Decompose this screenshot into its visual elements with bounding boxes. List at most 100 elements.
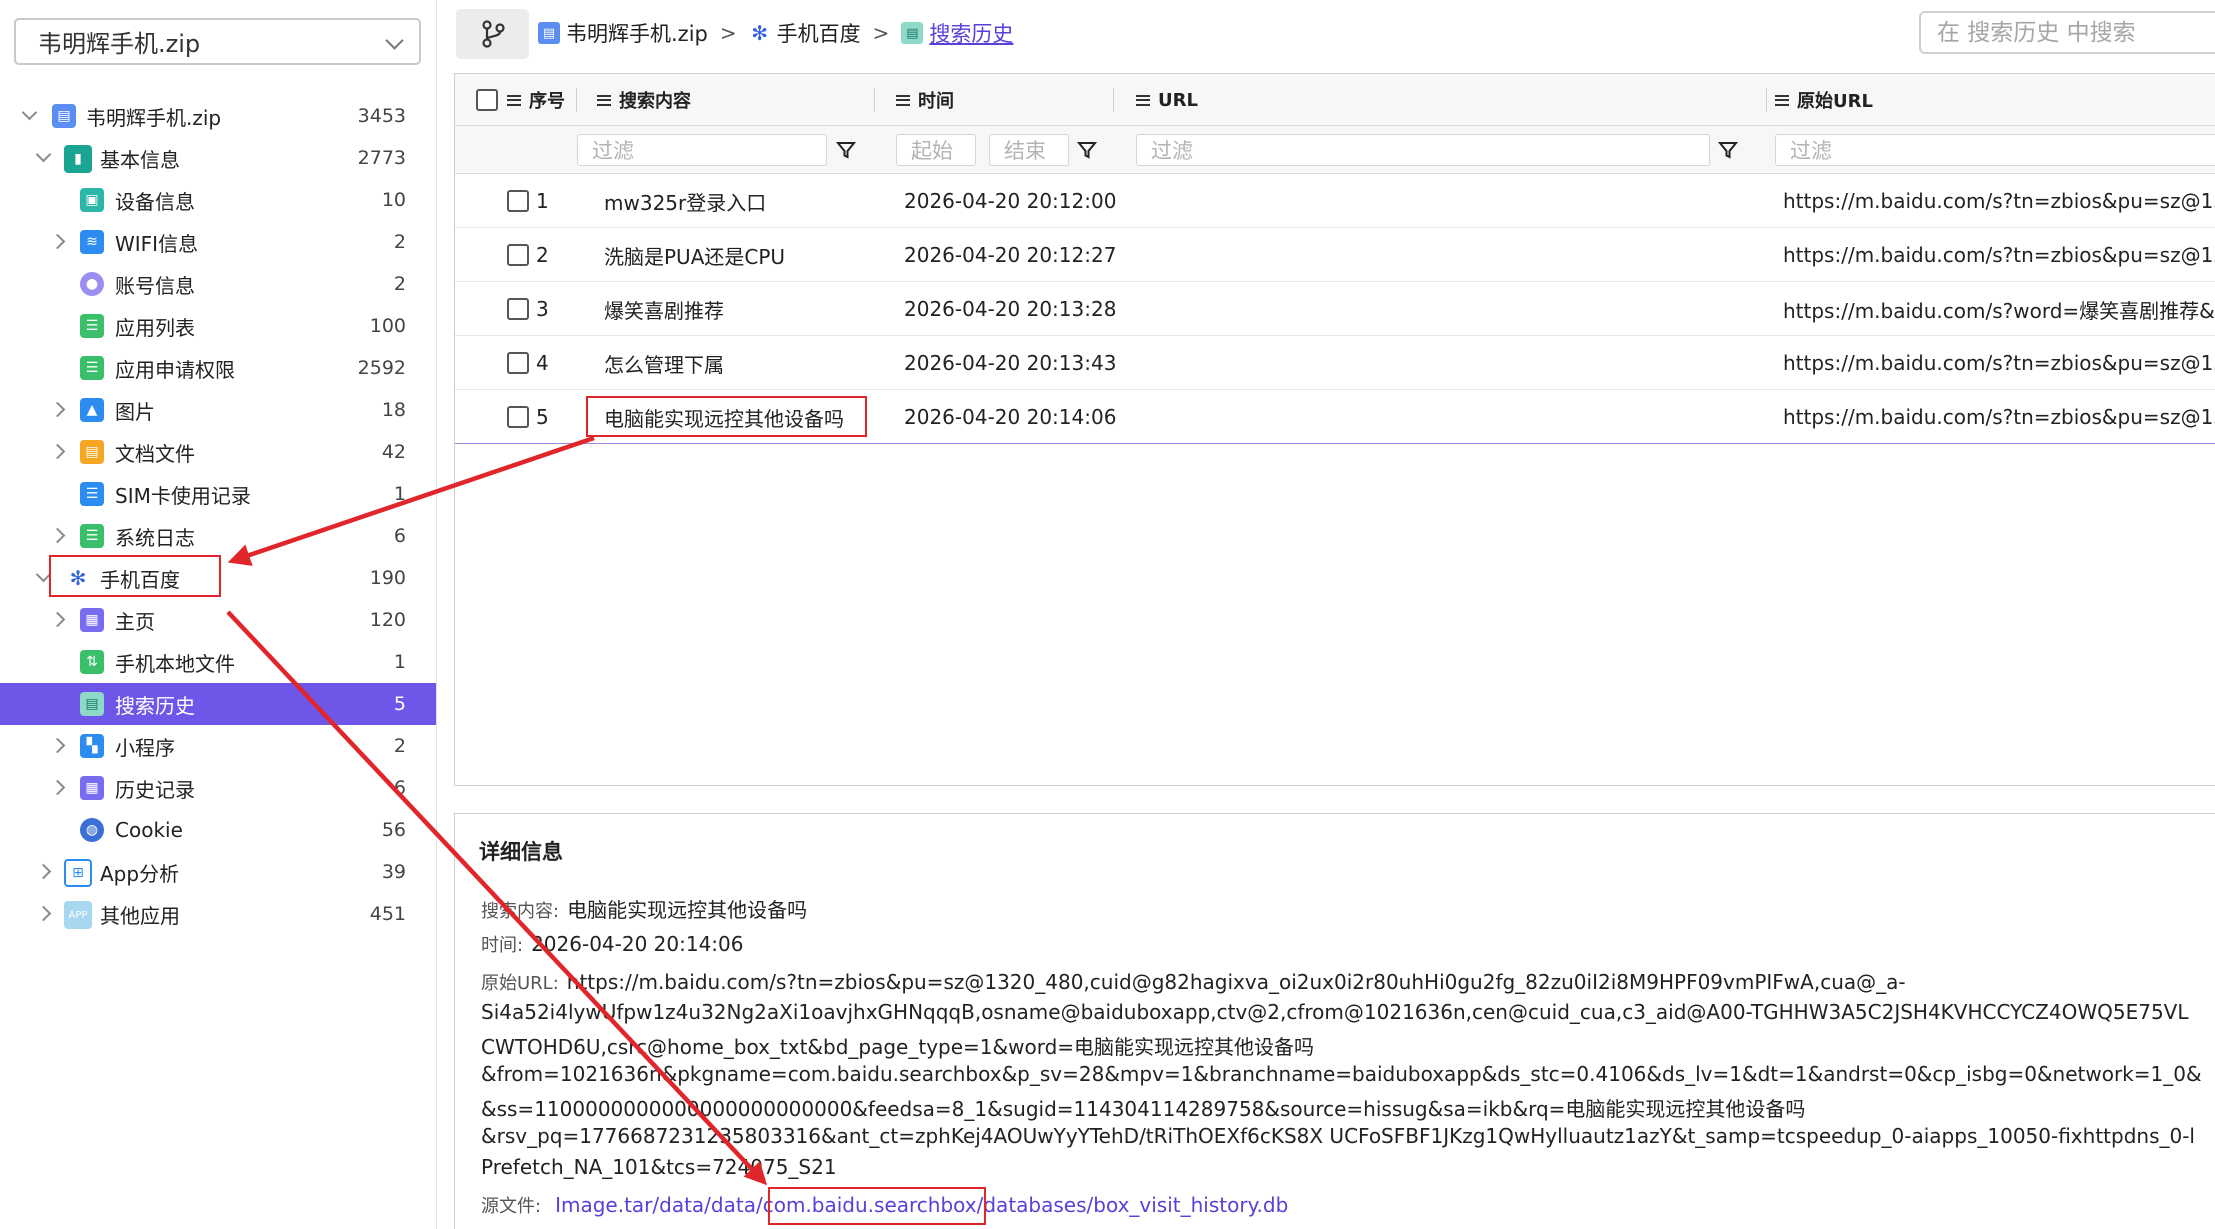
breadcrumb-item-search-history[interactable]: ▤ 搜索历史	[901, 18, 1013, 48]
end-date-filter[interactable]: 结束	[989, 134, 1069, 166]
tree-item-local-files[interactable]: ⇅ 手机本地文件 1	[0, 641, 436, 683]
select-all-checkbox[interactable]	[476, 74, 498, 126]
column-menu-icon[interactable]	[507, 94, 521, 106]
row-checkbox[interactable]	[507, 282, 529, 336]
chevron-right-icon[interactable]	[49, 401, 66, 418]
original-url-filter-input[interactable]: 过滤	[1775, 134, 2215, 166]
tree-item-count: 6	[393, 525, 406, 547]
detail-time-line: 时间: 2026-04-20 20:14:06	[481, 931, 744, 957]
tree-item-count: 6	[393, 777, 406, 799]
cell-content: 洗脑是PUA还是CPU	[604, 244, 786, 269]
app-icon: APP	[64, 901, 92, 929]
chevron-right-icon[interactable]	[35, 905, 52, 922]
column-menu-icon[interactable]	[1136, 94, 1150, 106]
tree-item-count: 39	[381, 861, 406, 883]
url-filter-input[interactable]: 过滤	[1136, 134, 1710, 166]
chevron-right-icon[interactable]	[49, 779, 66, 796]
table-row[interactable]: 2 洗脑是PUA还是CPU 2026-04-20 20:12:27 https:…	[455, 228, 2215, 282]
tree-item-app-analysis[interactable]: ⊞ App分析 39	[0, 851, 436, 893]
tree-item-label: 基本信息	[100, 147, 180, 172]
breadcrumb-item-zip[interactable]: ▤ 韦明辉手机.zip	[538, 18, 708, 48]
content-filter-input[interactable]: 过滤	[577, 134, 827, 166]
tree-item-history[interactable]: ▦ 历史记录 6	[0, 767, 436, 809]
tree-item-count: 1	[393, 651, 406, 673]
tree-item-basic-info[interactable]: ▮ 基本信息 2773	[0, 137, 436, 179]
tree-item-label: 文档文件	[115, 441, 195, 466]
breadcrumb-item-baidu[interactable]: ✻ 手机百度	[749, 18, 861, 48]
tree-item-other-apps[interactable]: APP 其他应用 451	[0, 893, 436, 935]
filter-icon[interactable]	[1077, 140, 1097, 160]
column-menu-icon[interactable]	[896, 94, 910, 106]
column-menu-icon[interactable]	[597, 94, 611, 106]
tree-item-home[interactable]: ▦ 主页 120	[0, 599, 436, 641]
breadcrumb-label: 手机百度	[776, 22, 861, 46]
column-header-original-url[interactable]: 原始URL	[1775, 74, 1873, 126]
filter-icon[interactable]	[836, 140, 856, 160]
breadcrumb-separator: >	[872, 21, 890, 45]
chevron-down-icon[interactable]	[21, 104, 38, 121]
filter-row: 过滤 起始 结束 过滤 过滤	[455, 126, 2215, 174]
tree-item-wifi-info[interactable]: ≋ WIFI信息 2	[0, 221, 436, 263]
detail-content-line: 搜索内容: 电脑能实现远控其他设备吗	[481, 894, 807, 923]
tree-item-root[interactable]: ▤ 韦明辉手机.zip 3453	[0, 95, 436, 137]
tree-item-count: 18	[381, 399, 406, 421]
start-date-filter[interactable]: 起始	[896, 134, 976, 166]
tree-item-count: 120	[369, 609, 406, 631]
chevron-right-icon[interactable]	[49, 527, 66, 544]
chevron-right-icon[interactable]	[35, 863, 52, 880]
apps-grid-icon: ⊞	[64, 859, 92, 887]
branch-icon	[481, 20, 505, 48]
search-input[interactable]	[1919, 11, 2215, 54]
tree-item-mini-programs[interactable]: ▚ 小程序 2	[0, 725, 436, 767]
table-row[interactable]: 3 爆笑喜剧推荐 2026-04-20 20:13:28 https://m.b…	[455, 282, 2215, 336]
tree-item-label: 应用申请权限	[115, 357, 235, 382]
table-row[interactable]: 1 mw325r登录入口 2026-04-20 20:12:00 https:/…	[455, 174, 2215, 228]
column-menu-icon[interactable]	[1775, 94, 1789, 106]
row-checkbox[interactable]	[507, 390, 529, 444]
annotation-box-package	[768, 1187, 986, 1225]
cell-original-url: https://m.baidu.com/s?tn=zbios&pu=sz@132…	[1783, 243, 2215, 267]
tree-item-search-history[interactable]: ▤ 搜索历史 5	[0, 683, 436, 725]
search-history-icon: ▤	[901, 22, 924, 44]
tree-item-images[interactable]: ▲ 图片 18	[0, 389, 436, 431]
baidu-paw-icon: ✻	[751, 21, 769, 45]
detail-source-label: 源文件:	[481, 1196, 542, 1217]
breadcrumb-label: 韦明辉手机.zip	[566, 22, 708, 46]
row-checkbox[interactable]	[507, 228, 529, 282]
column-header-content[interactable]: 搜索内容	[597, 74, 691, 126]
tree-item-app-permissions[interactable]: ☰ 应用申请权限 2592	[0, 347, 436, 389]
column-header-time[interactable]: 时间	[896, 74, 954, 126]
tree-item-account-info[interactable]: ● 账号信息 2	[0, 263, 436, 305]
detail-content-value: 电脑能实现远控其他设备吗	[567, 898, 808, 922]
tree-item-app-list[interactable]: ☰ 应用列表 100	[0, 305, 436, 347]
detail-url-value: https://m.baidu.com/s?tn=zbios&pu=sz@132…	[566, 970, 1906, 994]
chevron-right-icon[interactable]	[49, 611, 66, 628]
chevron-down-icon[interactable]	[35, 146, 52, 163]
file-select-dropdown[interactable]: 韦明辉手机.zip	[14, 18, 421, 65]
table-row[interactable]: 4 怎么管理下属 2026-04-20 20:13:43 https://m.b…	[455, 336, 2215, 390]
detail-time-value: 2026-04-20 20:14:06	[531, 932, 744, 956]
calendar-icon: ▦	[80, 776, 104, 800]
filter-icon[interactable]	[1718, 140, 1738, 160]
cell-index: 5	[536, 405, 549, 429]
chevron-right-icon[interactable]	[49, 443, 66, 460]
tree-item-cookie[interactable]: ◍ Cookie 56	[0, 809, 436, 851]
chevron-right-icon[interactable]	[49, 233, 66, 250]
detail-url-label: 原始URL:	[481, 973, 559, 994]
tree-item-documents[interactable]: ▤ 文档文件 42	[0, 431, 436, 473]
column-header-url[interactable]: URL	[1136, 74, 1198, 126]
cell-time: 2026-04-20 20:12:27	[904, 243, 1117, 267]
row-checkbox[interactable]	[507, 174, 529, 228]
tree-item-device-info[interactable]: ▣ 设备信息 10	[0, 179, 436, 221]
tree-item-label: WIFI信息	[115, 231, 199, 256]
tree-item-count: 2773	[357, 147, 406, 169]
detail-title: 详细信息	[479, 840, 563, 864]
chevron-right-icon[interactable]	[49, 737, 66, 754]
tree-item-system-log[interactable]: ☰ 系统日志 6	[0, 515, 436, 557]
branch-button[interactable]	[456, 9, 529, 59]
column-header-index[interactable]: 序号	[507, 74, 565, 126]
row-checkbox[interactable]	[507, 336, 529, 390]
transfer-icon: ⇅	[80, 650, 104, 674]
tree-item-sim-records[interactable]: ☰ SIM卡使用记录 1	[0, 473, 436, 515]
device-icon: ▣	[80, 188, 104, 212]
